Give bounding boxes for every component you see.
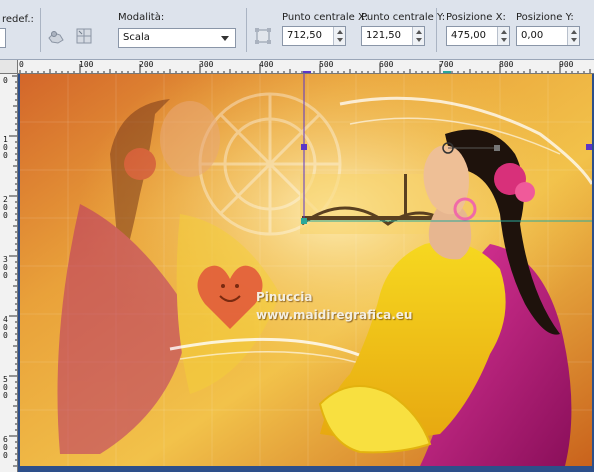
center-y-label: Punto centrale Y: xyxy=(361,12,446,23)
ruler-label: 600 xyxy=(379,60,394,69)
image-canvas[interactable]: Pinuccia www.maidiregrafica.eu xyxy=(18,74,594,472)
chevron-down-icon xyxy=(221,36,229,41)
position-y-label: Posizione Y: xyxy=(516,12,574,23)
position-x-spinner[interactable] xyxy=(497,27,509,45)
position-y-input[interactable]: 0,00 xyxy=(516,26,580,46)
position-x-label: Posizione X: xyxy=(446,12,506,23)
ruler-label: 500 xyxy=(319,60,334,69)
center-x-input[interactable]: 712,50 xyxy=(282,26,346,46)
ruler-corner xyxy=(0,60,18,74)
ruler-label: 200 xyxy=(139,60,154,69)
horizontal-ruler[interactable]: 0 100 200 300 400 500 600 700 800 900 xyxy=(18,60,594,74)
ruler-label: 900 xyxy=(559,60,574,69)
center-x-label: Punto centrale X: xyxy=(282,12,369,23)
center-y-spinner[interactable] xyxy=(412,27,424,45)
center-x-value: 712,50 xyxy=(287,30,322,41)
position-y-value: 0,00 xyxy=(521,30,544,41)
ruler-label: 6 0 0 xyxy=(3,435,8,460)
mesh-icon[interactable] xyxy=(74,26,94,46)
ruler-label: 700 xyxy=(439,60,454,69)
ruler-label: 300 xyxy=(199,60,214,69)
preset-dropdown[interactable] xyxy=(0,28,6,48)
ruler-label: 0 xyxy=(3,76,8,85)
transform-icon[interactable] xyxy=(253,26,273,46)
ruler-label: 800 xyxy=(499,60,514,69)
ruler-label: 2 0 0 xyxy=(3,195,8,220)
ruler-label: 4 0 0 xyxy=(3,315,8,340)
preset-label: redef.: xyxy=(2,14,34,25)
ruler-label: 1 0 0 xyxy=(3,135,8,160)
paint-app-window: redef.: Modalità: Scala Punto centrale X… xyxy=(0,0,594,472)
mode-value: Scala xyxy=(123,32,150,43)
ruler-label: 0 xyxy=(19,60,24,69)
tool-options-bar: redef.: Modalità: Scala Punto centrale X… xyxy=(0,0,594,60)
mode-select[interactable]: Scala xyxy=(118,28,236,48)
ruler-label: 100 xyxy=(79,60,94,69)
mode-label: Modalità: xyxy=(118,12,165,23)
ruler-label: 400 xyxy=(259,60,274,69)
toolbar-separator xyxy=(40,8,41,52)
ruler-label: 5 0 0 xyxy=(3,375,8,400)
ruler-label: 3 0 0 xyxy=(3,255,8,280)
flamenco-artwork xyxy=(20,74,592,466)
watermark-name: Pinuccia xyxy=(256,290,313,304)
vertical-ruler[interactable]: 0 1 0 0 2 0 0 3 0 0 4 0 0 5 0 0 6 0 0 xyxy=(0,74,18,472)
toolbar-separator xyxy=(436,8,437,52)
position-x-value: 475,00 xyxy=(451,30,486,41)
position-x-input[interactable]: 475,00 xyxy=(446,26,510,46)
center-y-input[interactable]: 121,50 xyxy=(361,26,425,46)
toolbar-separator xyxy=(246,8,247,52)
center-x-spinner[interactable] xyxy=(333,27,345,45)
position-y-spinner[interactable] xyxy=(567,27,579,45)
artwork-image: Pinuccia www.maidiregrafica.eu xyxy=(20,74,592,466)
center-y-value: 121,50 xyxy=(366,30,401,41)
pick-tool-icon[interactable] xyxy=(46,26,66,46)
watermark-url: www.maidiregrafica.eu xyxy=(256,308,413,322)
